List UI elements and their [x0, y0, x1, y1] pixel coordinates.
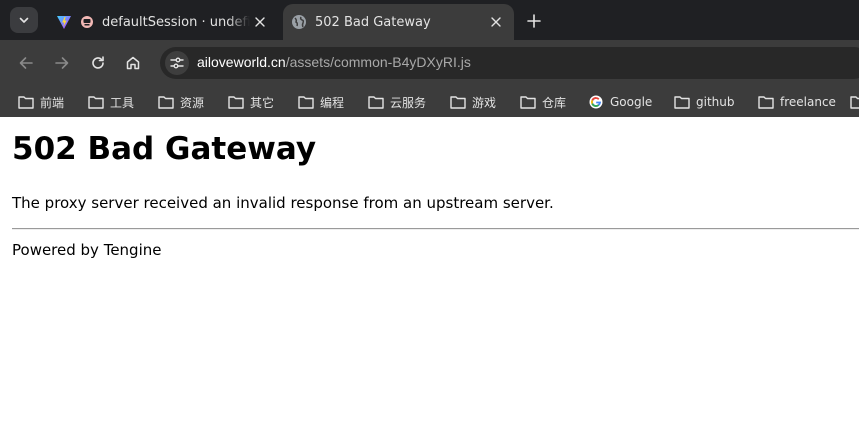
folder-icon: [520, 96, 536, 109]
toolbar: ailoveworld.cn/assets/common-B4yDXyRI.js: [0, 40, 859, 86]
folder-icon: [850, 96, 859, 109]
arrow-left-icon: [19, 57, 33, 69]
bookmark-overflow-folder[interactable]: [850, 92, 859, 112]
bookmark-folder-tools[interactable]: 工具: [88, 92, 134, 112]
vite-logo-icon: [57, 16, 71, 29]
bookmarks-bar: 前端 工具 资源 其它 编程 云服务 游戏 仓库 Google github f…: [0, 86, 859, 117]
bookmark-label: freelance: [780, 95, 836, 109]
url-path: /assets/common-B4yDXyRI.js: [285, 54, 471, 70]
bookmark-label: 资源: [180, 95, 205, 110]
back-button[interactable]: [14, 51, 38, 75]
folder-icon: [758, 96, 774, 109]
reload-icon: [92, 56, 104, 69]
server-footer: Powered by Tengine: [12, 241, 162, 259]
close-icon: [255, 17, 265, 27]
url-text[interactable]: ailoveworld.cn/assets/common-B4yDXyRI.js: [197, 54, 471, 70]
tab-search-button[interactable]: [10, 7, 38, 33]
google-g-icon: [589, 95, 603, 109]
error-message: The proxy server received an invalid res…: [12, 194, 554, 212]
close-tab-button[interactable]: [250, 12, 270, 32]
horizontal-rule: [12, 228, 859, 230]
bookmark-folder-other[interactable]: 其它: [228, 92, 274, 112]
tab-default-session[interactable]: defaultSession · undefined: [48, 4, 278, 40]
bookmark-label: 工具: [110, 95, 135, 110]
recording-indicator-icon: [81, 16, 93, 28]
folder-icon: [88, 96, 104, 109]
folder-icon: [228, 96, 244, 109]
page-heading: 502 Bad Gateway: [12, 131, 317, 167]
bookmark-label: 游戏: [472, 95, 497, 110]
arrow-right-icon: [55, 57, 69, 69]
bookmark-label: 云服务: [390, 95, 427, 110]
close-tab-button[interactable]: [486, 12, 506, 32]
bookmark-label: 其它: [250, 95, 275, 110]
bookmark-folder-repos[interactable]: 仓库: [520, 92, 566, 112]
tab-title: 502 Bad Gateway: [315, 14, 431, 30]
bookmark-folder-resources[interactable]: 资源: [158, 92, 204, 112]
plus-icon: [527, 14, 541, 28]
bookmark-label: 仓库: [542, 95, 567, 110]
bookmark-folder-frontend[interactable]: 前端: [18, 92, 64, 112]
bookmark-label: 前端: [40, 95, 65, 110]
folder-icon: [674, 96, 690, 109]
bookmark-folder-freelance[interactable]: freelance: [758, 92, 836, 112]
chevron-down-icon: [19, 17, 29, 23]
close-icon: [491, 17, 501, 27]
home-button[interactable]: [121, 51, 145, 75]
url-host: ailoveworld.cn: [197, 54, 286, 70]
home-icon: [126, 56, 140, 70]
bookmark-folder-programming[interactable]: 编程: [298, 92, 344, 112]
folder-icon: [18, 96, 34, 109]
tune-icon: [170, 57, 184, 69]
reload-button[interactable]: [86, 51, 110, 75]
new-tab-button[interactable]: [522, 9, 546, 33]
tab-strip: defaultSession · undefined 502 Bad Gatew…: [0, 0, 859, 40]
bookmark-label: 编程: [320, 95, 345, 110]
bookmark-folder-cloud[interactable]: 云服务: [368, 92, 426, 112]
tab-bad-gateway[interactable]: 502 Bad Gateway: [283, 4, 514, 40]
site-info-button[interactable]: [165, 51, 189, 75]
bookmark-label: Google: [610, 95, 653, 109]
bookmark-folder-github[interactable]: github: [674, 92, 734, 112]
address-bar[interactable]: ailoveworld.cn/assets/common-B4yDXyRI.js: [160, 47, 859, 79]
bookmark-folder-games[interactable]: 游戏: [450, 92, 496, 112]
folder-icon: [368, 96, 384, 109]
folder-icon: [158, 96, 174, 109]
folder-icon: [298, 96, 314, 109]
forward-button[interactable]: [50, 51, 74, 75]
page-content: 502 Bad Gateway The proxy server receive…: [0, 117, 859, 423]
globe-icon: [292, 15, 306, 29]
tab-title: defaultSession · undefined: [102, 14, 250, 30]
bookmark-google[interactable]: Google: [588, 92, 652, 112]
bookmark-label: github: [696, 95, 735, 109]
folder-icon: [450, 96, 466, 109]
